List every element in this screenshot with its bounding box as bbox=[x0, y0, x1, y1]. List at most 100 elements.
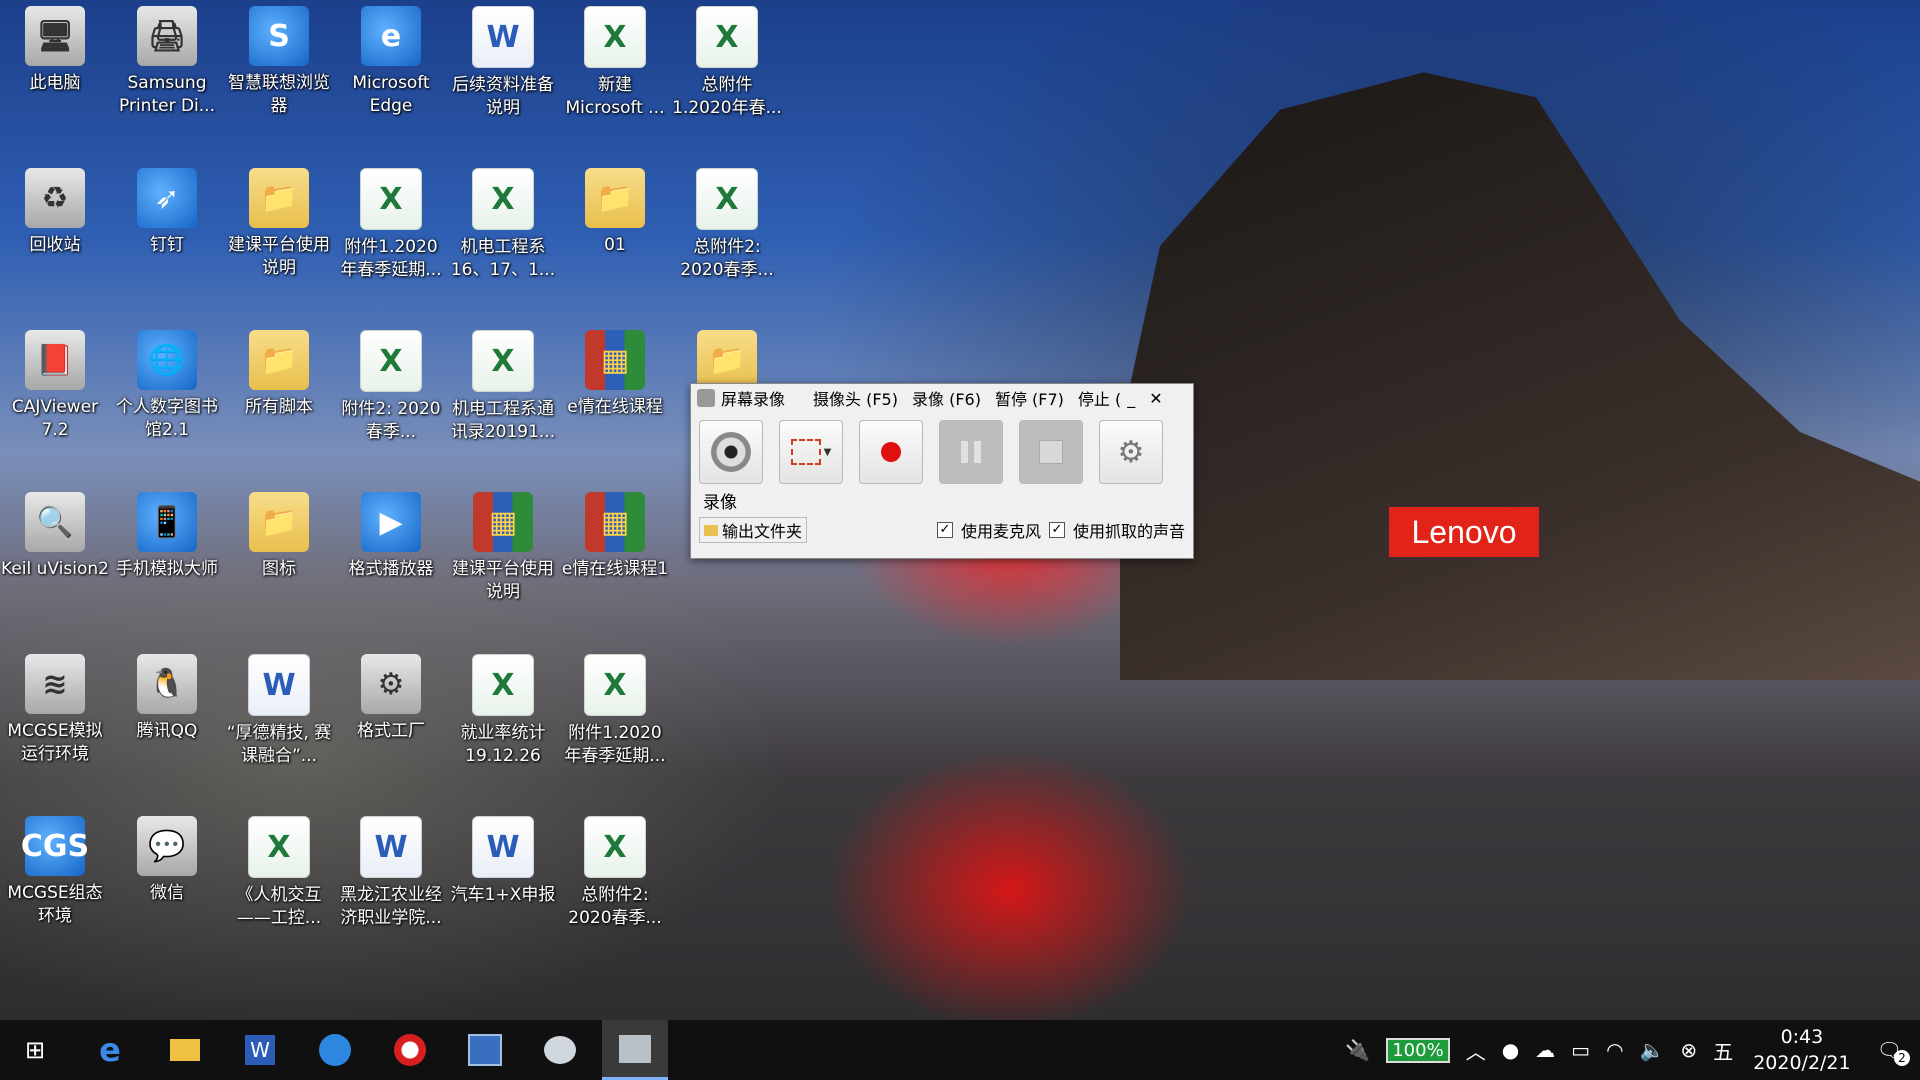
desktop-icon[interactable]: 🌐 个人数字图书馆2.1 bbox=[112, 330, 222, 460]
desktop-icon[interactable]: ➶ 钉钉 bbox=[112, 168, 222, 298]
use-mic-checkbox[interactable]: ✓ bbox=[936, 522, 953, 538]
desktop-icon[interactable]: 🖨 Samsung Printer Di... bbox=[112, 6, 222, 136]
ime-indicator[interactable]: 五 bbox=[1713, 1036, 1733, 1065]
webcam-button[interactable] bbox=[699, 420, 763, 484]
desktop-icon[interactable]: 📕 CAJViewer 7.2 bbox=[0, 330, 110, 460]
region-select-button[interactable]: ▼ bbox=[779, 420, 843, 484]
desktop-icon[interactable]: ▦ e情在线课程1 bbox=[560, 492, 670, 622]
desktop-icon[interactable]: W 黑龙江农业经济职业学院... bbox=[336, 816, 446, 946]
misc-file-icon: ≋ bbox=[25, 654, 85, 714]
desktop-icon[interactable]: ♻ 回收站 bbox=[0, 168, 110, 298]
menu-pause[interactable]: 暂停 (F7) bbox=[995, 386, 1064, 410]
output-folder-link[interactable]: 输出文件夹 bbox=[699, 517, 808, 543]
desktop-icon[interactable]: 📁 图标 bbox=[224, 492, 334, 622]
desktop-icon[interactable]: ⚙ 格式工厂 bbox=[336, 654, 446, 784]
settings-button[interactable]: ⚙ bbox=[1099, 420, 1163, 484]
desktop-icon[interactable]: X 总附件1.2020年春... bbox=[672, 6, 782, 136]
pause-button[interactable] bbox=[939, 420, 1003, 484]
taskbar-word[interactable]: W bbox=[227, 1020, 293, 1080]
desktop-icon[interactable]: 📁 建课平台使用说明 bbox=[224, 168, 334, 298]
use-capture-audio-label: 使用抓取的声音 bbox=[1072, 522, 1185, 541]
close-button[interactable]: ✕ bbox=[1149, 389, 1162, 408]
error-icon[interactable]: ⊗ bbox=[1680, 1038, 1697, 1062]
record-button[interactable] bbox=[859, 420, 923, 484]
pause-icon bbox=[961, 441, 981, 463]
minimize-button[interactable]: _ bbox=[1127, 389, 1135, 408]
desktop-icon[interactable]: 📁 01 bbox=[560, 168, 670, 298]
menu-record[interactable]: 录像 (F6) bbox=[912, 386, 981, 410]
folder-icon bbox=[170, 1039, 200, 1061]
battery-icon[interactable]: ▭ bbox=[1571, 1038, 1590, 1062]
excel-file-icon: X bbox=[696, 168, 758, 230]
desktop-icon[interactable]: X 机电工程系16、17、1... bbox=[448, 168, 558, 298]
desktop-icon[interactable]: 🖥 此电脑 bbox=[0, 6, 110, 136]
cloud-icon[interactable]: ☁ bbox=[1535, 1038, 1555, 1062]
taskbar-keil[interactable] bbox=[452, 1020, 518, 1080]
wifi-icon[interactable]: ◠ bbox=[1606, 1038, 1623, 1062]
desktop-icon[interactable]: X 附件2: 2020春季... bbox=[336, 330, 446, 460]
taskbar-edge[interactable]: e bbox=[77, 1020, 143, 1080]
desktop-icon[interactable]: 📱 手机模拟大师 bbox=[112, 492, 222, 622]
taskbar-lenovo-browser[interactable] bbox=[302, 1020, 368, 1080]
menu-stop[interactable]: 停止 ( bbox=[1078, 386, 1121, 410]
volume-icon[interactable]: 🔈 bbox=[1640, 1038, 1665, 1062]
desktop-icon[interactable]: X 总附件2: 2020春季... bbox=[560, 816, 670, 946]
recorder-app-icon bbox=[697, 389, 715, 407]
desktop-icon[interactable]: W 后续资料准备说明 bbox=[448, 6, 558, 136]
desktop-icon-label: 《人机交互——工控... bbox=[236, 885, 322, 928]
desktop-icon[interactable]: 🐧 腾讯QQ bbox=[112, 654, 222, 784]
desktop-icon[interactable]: X 就业率统计19.12.26 bbox=[448, 654, 558, 784]
recorder-titlebar: 屏幕录像 摄像头 (F5) 录像 (F6) 暂停 (F7) 停止 ( _ ✕ bbox=[691, 384, 1193, 412]
menu-camera[interactable]: 摄像头 (F5) bbox=[813, 386, 898, 410]
desktop-icon[interactable]: X 附件1.2020年春季延期... bbox=[560, 654, 670, 784]
desktop-icon[interactable]: X 《人机交互——工控... bbox=[224, 816, 334, 946]
webcam-icon bbox=[711, 432, 751, 472]
desktop-icon[interactable]: X 总附件2: 2020春季... bbox=[672, 168, 782, 298]
desktop-icon-label: 个人数字图书馆2.1 bbox=[116, 397, 218, 440]
word-file-icon: W bbox=[472, 816, 534, 878]
desktop-icon-label: 新建 Microsoft ... bbox=[565, 75, 665, 118]
desktop-icon[interactable]: X 机电工程系通讯录20191... bbox=[448, 330, 558, 460]
desktop-icon[interactable]: X 附件1.2020年春季延期... bbox=[336, 168, 446, 298]
desktop-icon-label: 后续资料准备说明 bbox=[452, 75, 554, 118]
misc-file-icon: 🖥 bbox=[25, 6, 85, 66]
desktop-icon[interactable]: ▶ 格式播放器 bbox=[336, 492, 446, 622]
start-button[interactable]: ⊞ bbox=[2, 1020, 68, 1080]
blue-file-icon: ➶ bbox=[137, 168, 197, 228]
folder-file-icon: 📁 bbox=[249, 168, 309, 228]
clock[interactable]: 0:43 2020/2/21 bbox=[1753, 1024, 1850, 1076]
desktop-icon[interactable]: 💬 微信 bbox=[112, 816, 222, 946]
taskbar-recorder[interactable] bbox=[602, 1020, 668, 1080]
taskbar-explorer[interactable] bbox=[152, 1020, 218, 1080]
desktop-icon[interactable]: ▦ e情在线课程 bbox=[560, 330, 670, 460]
desktop-icon[interactable]: e Microsoft Edge bbox=[336, 6, 446, 136]
taskbar-format-factory[interactable] bbox=[527, 1020, 593, 1080]
folder-file-icon: 📁 bbox=[697, 330, 757, 390]
chevron-up-icon[interactable]: ︿ bbox=[1466, 1036, 1486, 1065]
desktop-icon-label: 图标 bbox=[262, 559, 296, 579]
desktop-icon[interactable]: CGS MCGSE组态环境 bbox=[0, 816, 110, 946]
misc-file-icon: ⚙ bbox=[361, 654, 421, 714]
desktop-icon[interactable]: S 智慧联想浏览器 bbox=[224, 6, 334, 136]
format-factory-icon bbox=[544, 1036, 576, 1064]
stop-button[interactable] bbox=[1019, 420, 1083, 484]
battery-indicator[interactable]: 100% bbox=[1386, 1037, 1450, 1063]
tray-app-icon[interactable]: ● bbox=[1502, 1038, 1519, 1062]
taskbar: ⊞ e W 🔌 100% ︿ ● ☁ ▭ ◠ 🔈 ⊗ 五 0:43 2020/2… bbox=[0, 1020, 1920, 1080]
desktop-icon[interactable]: W “厚德精技, 赛课融合”... bbox=[224, 654, 334, 784]
use-capture-audio-checkbox[interactable]: ✓ bbox=[1048, 522, 1065, 538]
desktop-icon[interactable]: ▦ 建课平台使用说明 bbox=[448, 492, 558, 622]
taskbar-player[interactable] bbox=[377, 1020, 443, 1080]
word-file-icon: W bbox=[472, 6, 534, 68]
desktop-icon[interactable]: 📁 所有脚本 bbox=[224, 330, 334, 460]
power-plug-icon[interactable]: 🔌 bbox=[1345, 1038, 1370, 1062]
recorder-title: 屏幕录像 bbox=[721, 390, 786, 409]
desktop-icon-label: 机电工程系通讯录20191... bbox=[450, 399, 556, 442]
misc-file-icon: 💬 bbox=[137, 816, 197, 876]
desktop-icon[interactable]: 🔍 Keil uVision2 bbox=[0, 492, 110, 622]
desktop-icon[interactable]: ≋ MCGSE模拟运行环境 bbox=[0, 654, 110, 784]
desktop-icon-label: Keil uVision2 bbox=[1, 559, 109, 579]
desktop-icon[interactable]: W 汽车1+X申报 bbox=[448, 816, 558, 946]
desktop-icon[interactable]: X 新建 Microsoft ... bbox=[560, 6, 670, 136]
notification-icon[interactable]: 🗨 2 bbox=[1877, 1038, 1910, 1066]
